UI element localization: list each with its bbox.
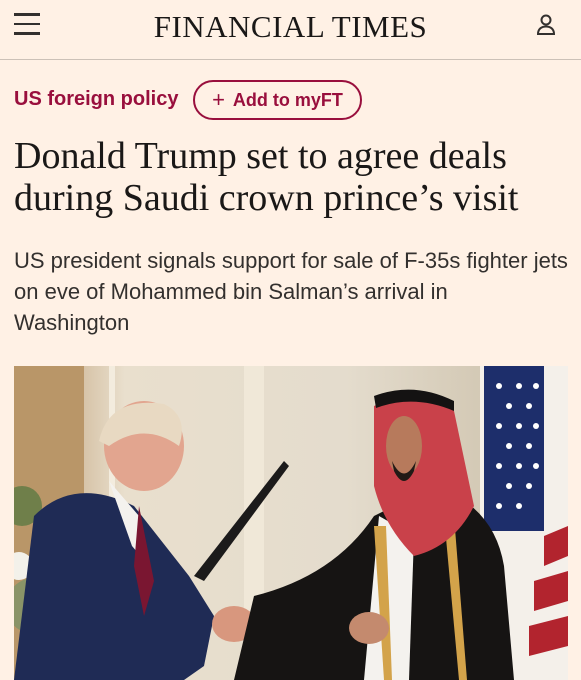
plus-icon: + <box>212 87 225 112</box>
site-logo[interactable]: FINANCIAL TIMES <box>0 9 581 45</box>
article-hero-image[interactable] <box>14 366 568 680</box>
topic-row: US foreign policy + Add to myFT <box>14 80 574 120</box>
user-account-icon[interactable] <box>535 13 557 37</box>
article-standfirst: US president signals support for sale of… <box>14 248 568 335</box>
site-header: FINANCIAL TIMES <box>0 0 581 60</box>
hero-illustration <box>14 366 568 680</box>
add-to-myft-button[interactable]: + Add to myFT <box>193 80 362 120</box>
add-to-myft-label: Add to myFT <box>232 89 343 110</box>
topic-link[interactable]: US foreign policy <box>14 88 178 111</box>
article-headline: Donald Trump set to agree deals during S… <box>14 135 519 219</box>
